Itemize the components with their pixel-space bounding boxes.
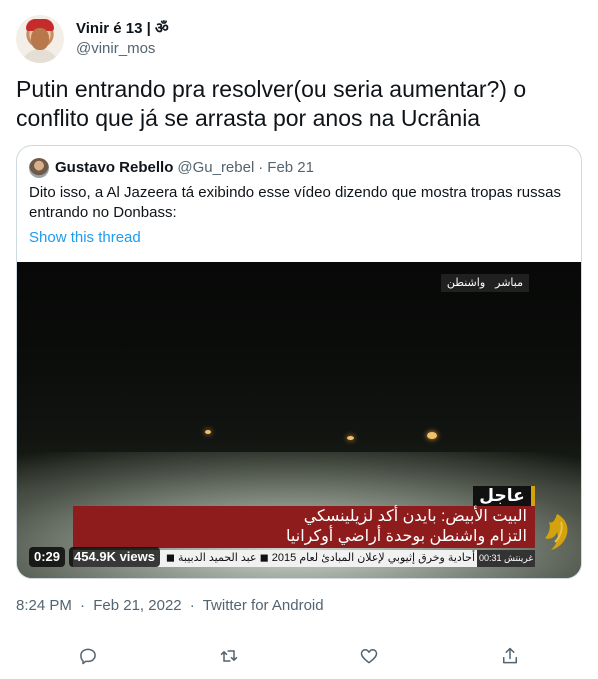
author-avatar[interactable]	[16, 15, 64, 63]
tweet-text: Putin entrando pra resolver(ou seria aum…	[16, 76, 527, 131]
quoted-separator: ·	[258, 159, 264, 176]
video-light	[205, 430, 211, 434]
meta-separator: ·	[80, 597, 86, 614]
al-jazeera-logo-icon	[545, 514, 568, 550]
retweet-button[interactable]	[217, 644, 241, 668]
video-duration: 0:29	[29, 547, 66, 567]
quoted-tweet-text: Dito isso, a Al Jazeera tá exibindo esse…	[29, 184, 561, 221]
location-label: واشنطن	[446, 277, 486, 289]
meta-separator: ·	[189, 597, 195, 614]
om-glyph-icon: ॐ	[154, 20, 169, 37]
author-names: Vinir é 13 | ॐ @vinir_mos	[76, 19, 169, 59]
reply-button[interactable]	[76, 644, 100, 668]
quoted-author-avatar[interactable]	[29, 158, 49, 178]
tweet-header: Vinir é 13 | ॐ @vinir_mos	[16, 14, 169, 64]
video-light	[427, 432, 437, 439]
video-badges: 0:29 454.9K views	[29, 547, 160, 567]
breaking-label: عاجل	[473, 486, 535, 506]
headline-banner: البيت الأبيض: بايدن أكد لزيلينسكي التزام…	[73, 506, 535, 548]
tweet-date[interactable]: Feb 21, 2022	[93, 597, 181, 614]
like-button[interactable]	[357, 644, 381, 668]
share-icon	[503, 647, 517, 664]
show-thread-link[interactable]: Show this thread	[29, 228, 141, 248]
quoted-date[interactable]: Feb 21	[267, 158, 314, 178]
like-icon	[360, 649, 378, 664]
author-display-name[interactable]: Vinir é 13 | ॐ	[76, 19, 169, 39]
tweet-meta: 8:24 PM · Feb 21, 2022 · Twitter for And…	[16, 596, 324, 616]
tweet-time[interactable]: 8:24 PM	[16, 597, 72, 614]
ticker-time: غرينتش 00:31	[477, 550, 535, 567]
video-views: 454.9K views	[69, 547, 160, 567]
headline-line-1: البيت الأبيض: بايدن أكد لزيلينسكي	[303, 508, 527, 525]
headline-line-2: التزام واشنطن بوحدة أراضي أوكرانيا	[286, 528, 527, 545]
video-player[interactable]: واشنطن مباشر عاجل البيت الأبيض: بايدن أك…	[17, 262, 581, 578]
live-label: مباشر	[495, 277, 523, 289]
quoted-tweet[interactable]: Gustavo Rebello @Gu_rebel · Feb 21 Dito …	[16, 145, 582, 579]
retweet-icon	[220, 650, 238, 662]
quoted-tweet-header: Gustavo Rebello @Gu_rebel · Feb 21	[29, 158, 314, 178]
action-bar	[0, 644, 598, 668]
author-handle[interactable]: @vinir_mos	[76, 39, 169, 59]
live-location-tag: واشنطن مباشر	[440, 274, 529, 292]
reply-icon	[80, 648, 96, 665]
video-light	[347, 436, 354, 440]
quoted-author-name[interactable]: Gustavo Rebello	[55, 158, 173, 178]
quoted-author-handle[interactable]: @Gu_rebel	[177, 158, 254, 178]
share-button[interactable]	[498, 644, 522, 668]
tweet-source[interactable]: Twitter for Android	[203, 597, 324, 614]
